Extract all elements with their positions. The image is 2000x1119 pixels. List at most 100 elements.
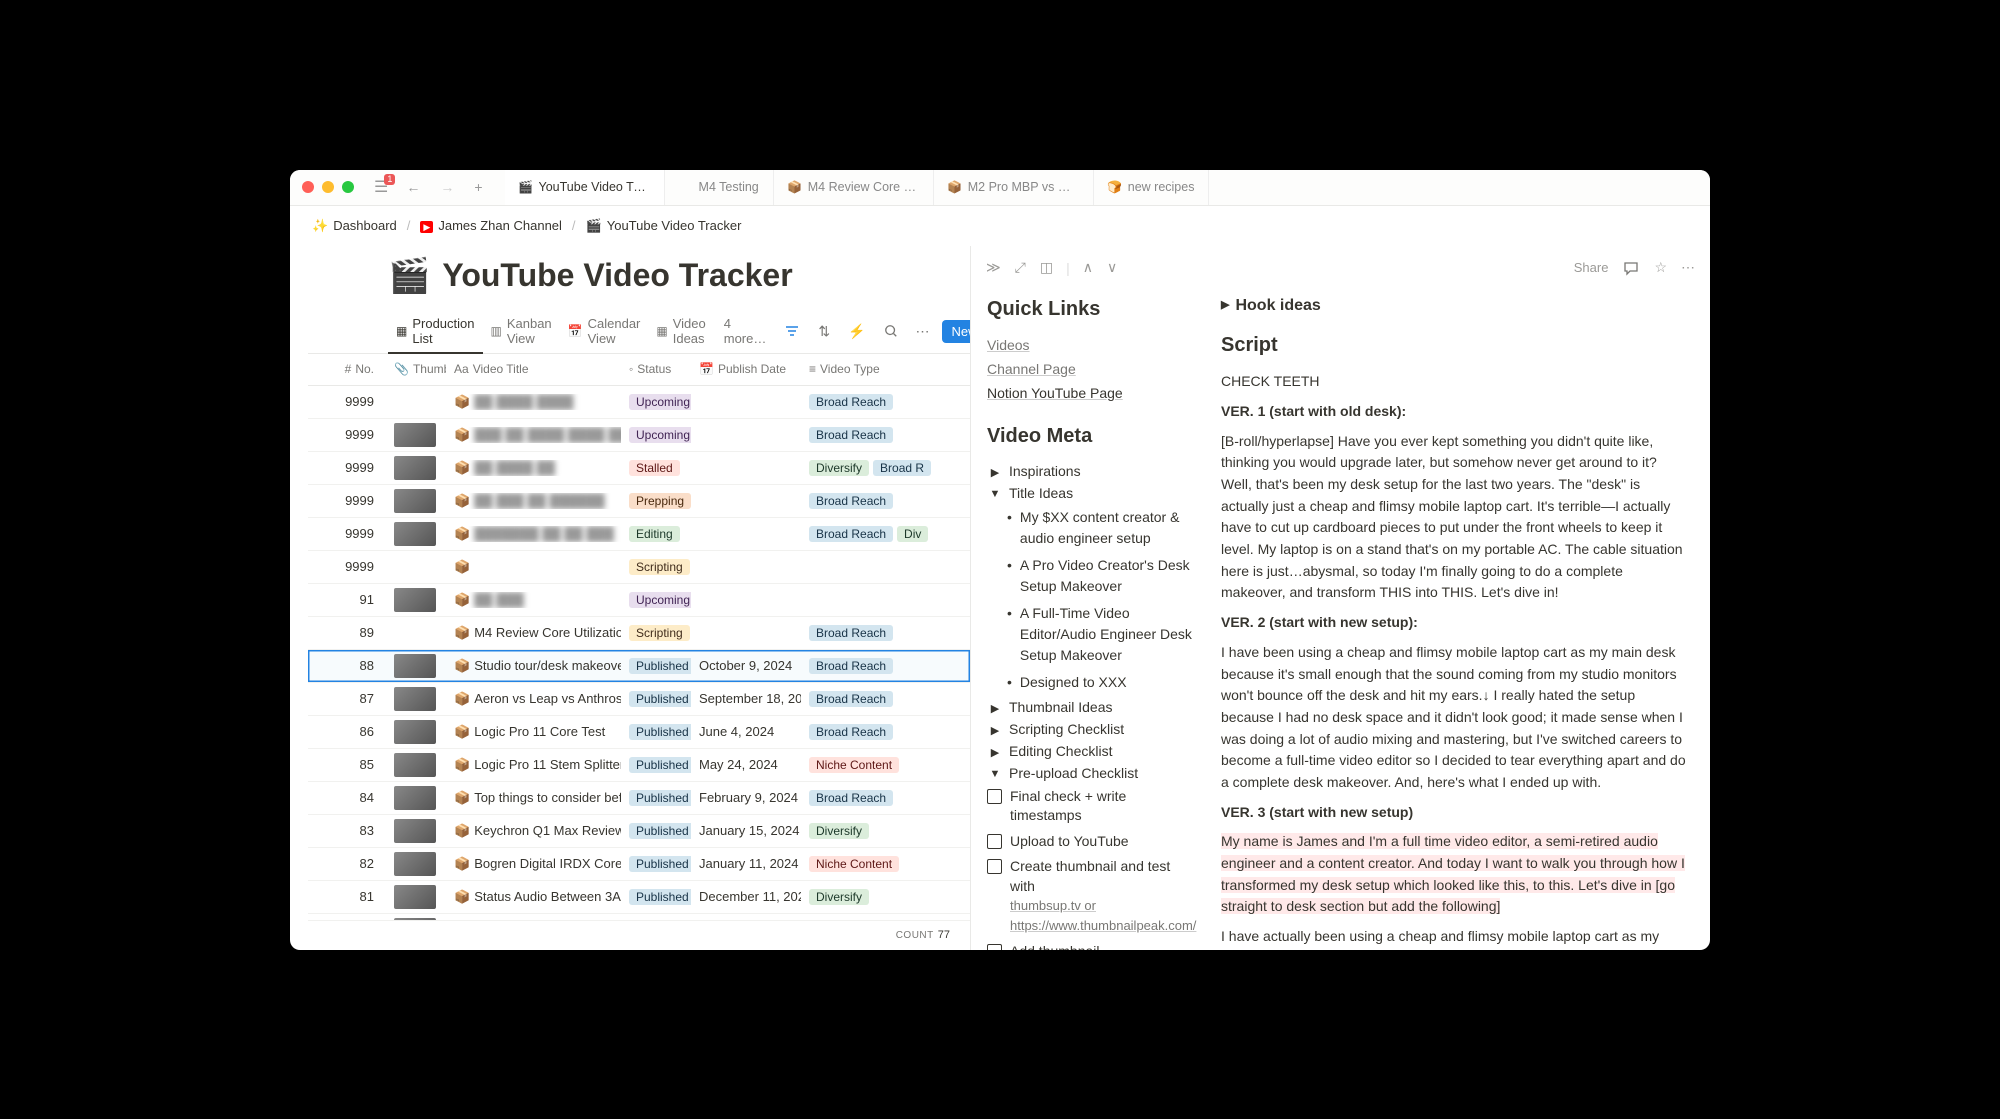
quick-link[interactable]: Notion YouTube Page — [987, 381, 1195, 405]
script-text[interactable]: My name is James and I'm a full time vid… — [1221, 831, 1686, 918]
back-button[interactable]: ← — [400, 177, 426, 197]
cell-type[interactable]: Broad Reach — [801, 394, 931, 410]
checkbox[interactable] — [987, 834, 1002, 849]
view-tab[interactable]: ▦Production List — [388, 310, 483, 354]
cell-title[interactable]: 📦Studio tour/desk makeover — [446, 658, 621, 674]
cell-type[interactable]: Broad Reach — [801, 493, 931, 509]
table-row[interactable]: +⋮⋮ 87 📦Aeron vs Leap vs Anthros Publish… — [308, 683, 970, 716]
toggle-section[interactable]: ▶Editing Checklist — [987, 740, 1195, 762]
prev-record-icon[interactable]: ∧ — [1078, 255, 1098, 280]
cell-type[interactable]: Diversify — [801, 889, 931, 905]
maximize-window[interactable] — [342, 181, 354, 193]
script-text[interactable]: VER. 3 (start with new setup) — [1221, 802, 1686, 824]
table-row[interactable]: +⋮⋮ 80 📦M3 Pro MBP Review Published Nove… — [308, 914, 970, 920]
expand-icon[interactable]: ⤢ — [1010, 255, 1031, 280]
table-row[interactable]: +⋮⋮ 84 📦Top things to consider before be… — [308, 782, 970, 815]
toggle-section[interactable]: ▼Pre-upload Checklist — [987, 762, 1195, 784]
close-window[interactable] — [302, 181, 314, 193]
quick-link[interactable]: Videos — [987, 333, 1195, 357]
bullet-item[interactable]: My $XX content creator & audio engineer … — [987, 504, 1195, 552]
cell-status[interactable]: Published — [621, 724, 691, 740]
minimize-window[interactable] — [322, 181, 334, 193]
share-button[interactable]: Share — [1569, 256, 1614, 279]
tab[interactable]: 🎬YouTube Video Track… — [505, 170, 665, 205]
checklist-item[interactable]: Upload to YouTube — [987, 829, 1195, 855]
cell-status[interactable]: Published — [621, 823, 691, 839]
bullet-item[interactable]: A Full-Time Video Editor/Audio Engineer … — [987, 600, 1195, 669]
cell-status[interactable]: Editing — [621, 526, 691, 542]
checklist-item[interactable]: Final check + write timestamps — [987, 784, 1195, 829]
toggle-section[interactable]: ▶Inspirations — [987, 460, 1195, 482]
cell-type[interactable]: Niche Content — [801, 757, 931, 773]
cell-title[interactable]: 📦██ ███ — [446, 592, 621, 608]
breadcrumb-item[interactable]: ▶James Zhan Channel — [416, 216, 566, 235]
cell-title[interactable]: 📦Logic Pro 11 Core Test — [446, 724, 621, 740]
table-row[interactable]: +⋮⋮ 9999 📦██ ████ ████ Upcoming Broad Re… — [308, 386, 970, 419]
cell-status[interactable]: Upcoming — [621, 427, 691, 443]
cell-title[interactable]: 📦Keychron Q1 Max Review — [446, 823, 621, 839]
table-row[interactable]: +⋮⋮ 9999 📦██ ████ ██ Stalled Diversify B… — [308, 452, 970, 485]
cell-status[interactable]: Published — [621, 658, 691, 674]
cell-title[interactable]: 📦██ ███ ██ ██████ — [446, 493, 621, 509]
cell-status[interactable]: Prepping — [621, 493, 691, 509]
cell-type[interactable]: Diversify Broad R — [801, 460, 931, 476]
script-text[interactable]: [B-roll/hyperlapse] Have you ever kept s… — [1221, 431, 1686, 605]
cell-title[interactable]: 📦Status Audio Between 3ANC — [446, 889, 621, 905]
tab[interactable]: 🍞new recipes — [1094, 170, 1210, 205]
cell-date[interactable]: May 24, 2024 — [691, 757, 801, 772]
cell-status[interactable]: Published — [621, 790, 691, 806]
cell-status[interactable]: Stalled — [621, 460, 691, 476]
col-type[interactable]: ≡Video Type — [801, 362, 931, 376]
table-row[interactable]: +⋮⋮ 89 📦M4 Review Core Utilization Scrip… — [308, 617, 970, 650]
cell-date[interactable]: January 11, 2024 — [691, 856, 801, 871]
cell-title[interactable]: 📦███████ ██ ██ ███ — [446, 526, 621, 542]
sort-icon[interactable]: ⇅ — [812, 319, 836, 344]
cell-type[interactable]: Broad Reach — [801, 625, 931, 641]
cell-date[interactable]: December 11, 2023 — [691, 889, 801, 904]
table-row[interactable]: +⋮⋮ 88 📦Studio tour/desk makeover Publis… — [308, 650, 970, 683]
views-more[interactable]: 4 more… — [716, 310, 775, 352]
cell-type[interactable]: Diversify — [801, 823, 931, 839]
col-title[interactable]: AaVideo Title — [446, 362, 621, 376]
cell-date[interactable]: October 9, 2024 — [691, 658, 801, 673]
checklist-item[interactable]: Create thumbnail and test withthumbsup.t… — [987, 854, 1195, 938]
cell-type[interactable]: Broad Reach — [801, 724, 931, 740]
peek-mode-icon[interactable]: ◫ — [1035, 255, 1058, 280]
bullet-item[interactable]: Designed to XXX — [987, 669, 1195, 696]
cell-title[interactable]: 📦Bogren Digital IRDX Core Review by a — [446, 856, 621, 872]
view-tab[interactable]: ▦Video Ideas — [648, 310, 713, 354]
checkbox[interactable] — [987, 789, 1002, 804]
favorite-icon[interactable]: ☆ — [1649, 255, 1672, 280]
cell-type[interactable]: Niche Content — [801, 856, 931, 872]
breadcrumb-item[interactable]: 🎬YouTube Video Tracker — [582, 216, 746, 236]
cell-status[interactable]: Published — [621, 691, 691, 707]
cell-date[interactable]: January 15, 2024 — [691, 823, 801, 838]
cell-type[interactable]: Broad Reach — [801, 790, 931, 806]
cell-title[interactable]: 📦██ ████ ██ — [446, 460, 621, 476]
page-icon[interactable]: 🎬 — [388, 256, 430, 296]
comments-icon[interactable] — [1617, 255, 1645, 281]
table-row[interactable]: +⋮⋮ 9999 📦███ ██ ████ ████ ████ Upcoming… — [308, 419, 970, 452]
tab[interactable]: 📦M4 Review Core Utili… — [774, 170, 934, 205]
cell-status[interactable]: Published — [621, 757, 691, 773]
view-tab[interactable]: 📅Calendar View — [560, 310, 649, 354]
forward-button[interactable]: → — [434, 177, 460, 197]
script-text[interactable]: VER. 2 (start with new setup): — [1221, 612, 1686, 634]
cell-title[interactable]: 📦 — [446, 559, 621, 575]
cell-date[interactable]: June 4, 2024 — [691, 724, 801, 739]
cell-date[interactable]: February 9, 2024 — [691, 790, 801, 805]
more-icon[interactable]: ⋯ — [910, 319, 936, 344]
cell-date[interactable]: September 18, 2024 — [691, 691, 801, 706]
bullet-item[interactable]: A Pro Video Creator's Desk Setup Makeove… — [987, 552, 1195, 600]
new-tab-button[interactable]: + — [468, 177, 488, 197]
cell-title[interactable]: 📦Logic Pro 11 Stem Splitter vs Ozone — [446, 757, 621, 773]
page-title[interactable]: YouTube Video Tracker — [442, 257, 792, 294]
cell-status[interactable]: Published — [621, 889, 691, 905]
col-thumb[interactable]: 📎Thumb… — [386, 362, 446, 376]
cell-title[interactable]: 📦Aeron vs Leap vs Anthros — [446, 691, 621, 707]
new-button[interactable]: New▾ — [942, 320, 970, 343]
script-text[interactable]: VER. 1 (start with old desk): — [1221, 401, 1686, 423]
col-no[interactable]: #No. — [308, 362, 386, 376]
table-row[interactable]: +⋮⋮ 82 📦Bogren Digital IRDX Core Review … — [308, 848, 970, 881]
script-text[interactable]: CHECK TEETH — [1221, 371, 1686, 393]
